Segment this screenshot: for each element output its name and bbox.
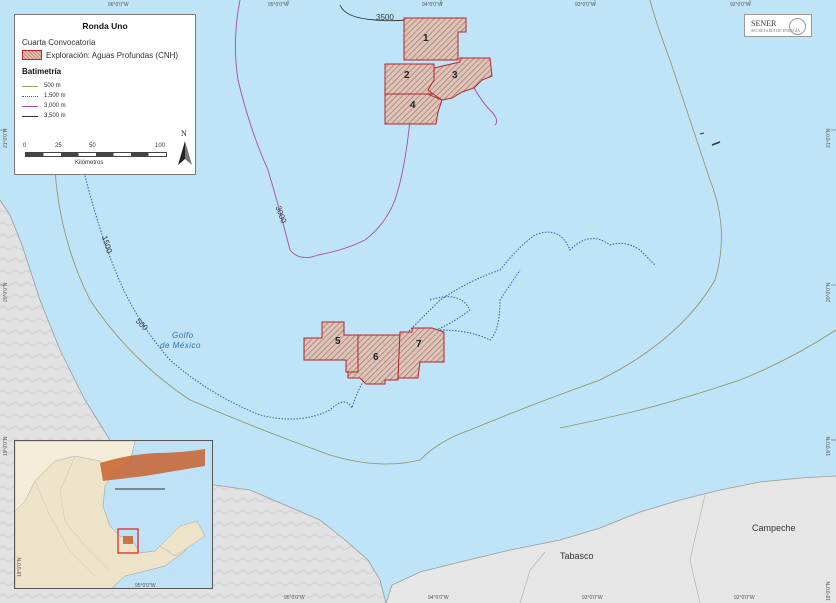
block-label-5: 5 [335,336,341,347]
graticule-bottom-3: 93°0'0"W [582,595,603,601]
scale-bar: 0 25 50 100 Kilómetros [23,143,173,173]
legend-bathymetry-heading: Batimetría [22,67,62,76]
graticule-right-1: 21°0'0"N [826,128,832,148]
graticule-top-3: 94°0'0"W [422,2,443,8]
graticule-left-1: 21°0'0"N [3,128,9,148]
legend-line-3000: 3,000 m [22,101,188,111]
inset-graticule-bottom: 95°0'0"W [135,583,156,589]
line-swatch-icon [22,115,38,117]
graticule-top-4: 93°0'0"W [575,2,596,8]
map-legend: Ronda Uno Cuarta Convocatoria Exploració… [14,14,196,175]
block-label-6: 6 [373,352,379,363]
north-arrow-icon: N [178,129,192,165]
place-campeche: Campeche [752,523,796,533]
legend-subtitle: Cuarta Convocatoria [22,38,96,47]
graticule-right-2: 20°0'0"N [826,282,832,302]
graticule-right-4: 18°0'0"N [826,581,832,601]
legend-title: Ronda Uno [82,21,128,31]
graticule-top-1: 96°0'0"W [108,2,129,8]
block-label-4: 4 [410,100,416,111]
inset-locator-map[interactable]: 95°0'0"W 18°0'0"N [14,440,213,589]
scale-tick-100: 100 [155,143,166,149]
graticule-bottom-2: 94°0'0"W [428,595,449,601]
legend-line-label: 500 m [44,83,61,89]
block-label-1: 1 [423,33,429,44]
graticule-left-3: 19°0'0"N [3,436,9,456]
graticule-top-2: 95°0'0"W [268,2,289,8]
legend-line-3500: 3,500 m [22,111,188,121]
logo-text: SENER [751,19,777,28]
legend-line-500: 500 m [22,81,188,91]
legend-line-1500: 1,500 m [22,91,188,101]
sener-logo: SENER SECRETARÍA DE ENERGÍA [744,14,812,37]
scale-unit: Kilómetros [75,160,104,166]
inset-map-graphic [15,441,212,588]
block-label-2: 2 [404,70,410,81]
graticule-right-3: 19°0'0"N [826,436,832,456]
block-label-3: 3 [452,70,458,81]
legend-line-label: 3,000 m [44,103,66,109]
map-canvas[interactable]: 96°0'0"W 95°0'0"W 94°0'0"W 93°0'0"W 92°0… [0,0,836,603]
graticule-left-2: 20°0'0"N [3,282,9,302]
block-1-area[interactable] [403,17,467,61]
scale-bar-graphic [25,152,167,157]
place-tabasco: Tabasco [560,551,594,561]
gulf-label-line1: Golfo [172,331,194,340]
hatch-swatch-icon [22,50,42,60]
graticule-bottom-1: 95°0'0"W [284,595,305,601]
legend-line-label: 1,500 m [44,93,66,99]
scale-tick-0: 0 [23,143,27,149]
north-label: N [181,129,187,138]
gulf-label-line2: de México [160,341,201,350]
legend-line-label: 3,500 m [44,113,66,119]
block-label-7: 7 [416,339,422,350]
seal-icon [789,18,806,35]
graticule-top-5: 92°0'0"W [730,2,751,8]
scale-tick-50: 50 [89,143,96,149]
line-swatch-icon [22,85,38,87]
scale-tick-25: 25 [55,143,62,149]
line-swatch-icon [22,105,38,107]
legend-area-row: Exploración: Aguas Profundas (CNH) [22,50,188,60]
inset-graticule-left: 18°0'0"N [17,557,23,577]
legend-area-label: Exploración: Aguas Profundas (CNH) [46,50,179,60]
line-swatch-icon [22,95,38,97]
graticule-bottom-4: 92°0'0"W [734,595,755,601]
contour-label-3500: 3500 [376,13,394,22]
